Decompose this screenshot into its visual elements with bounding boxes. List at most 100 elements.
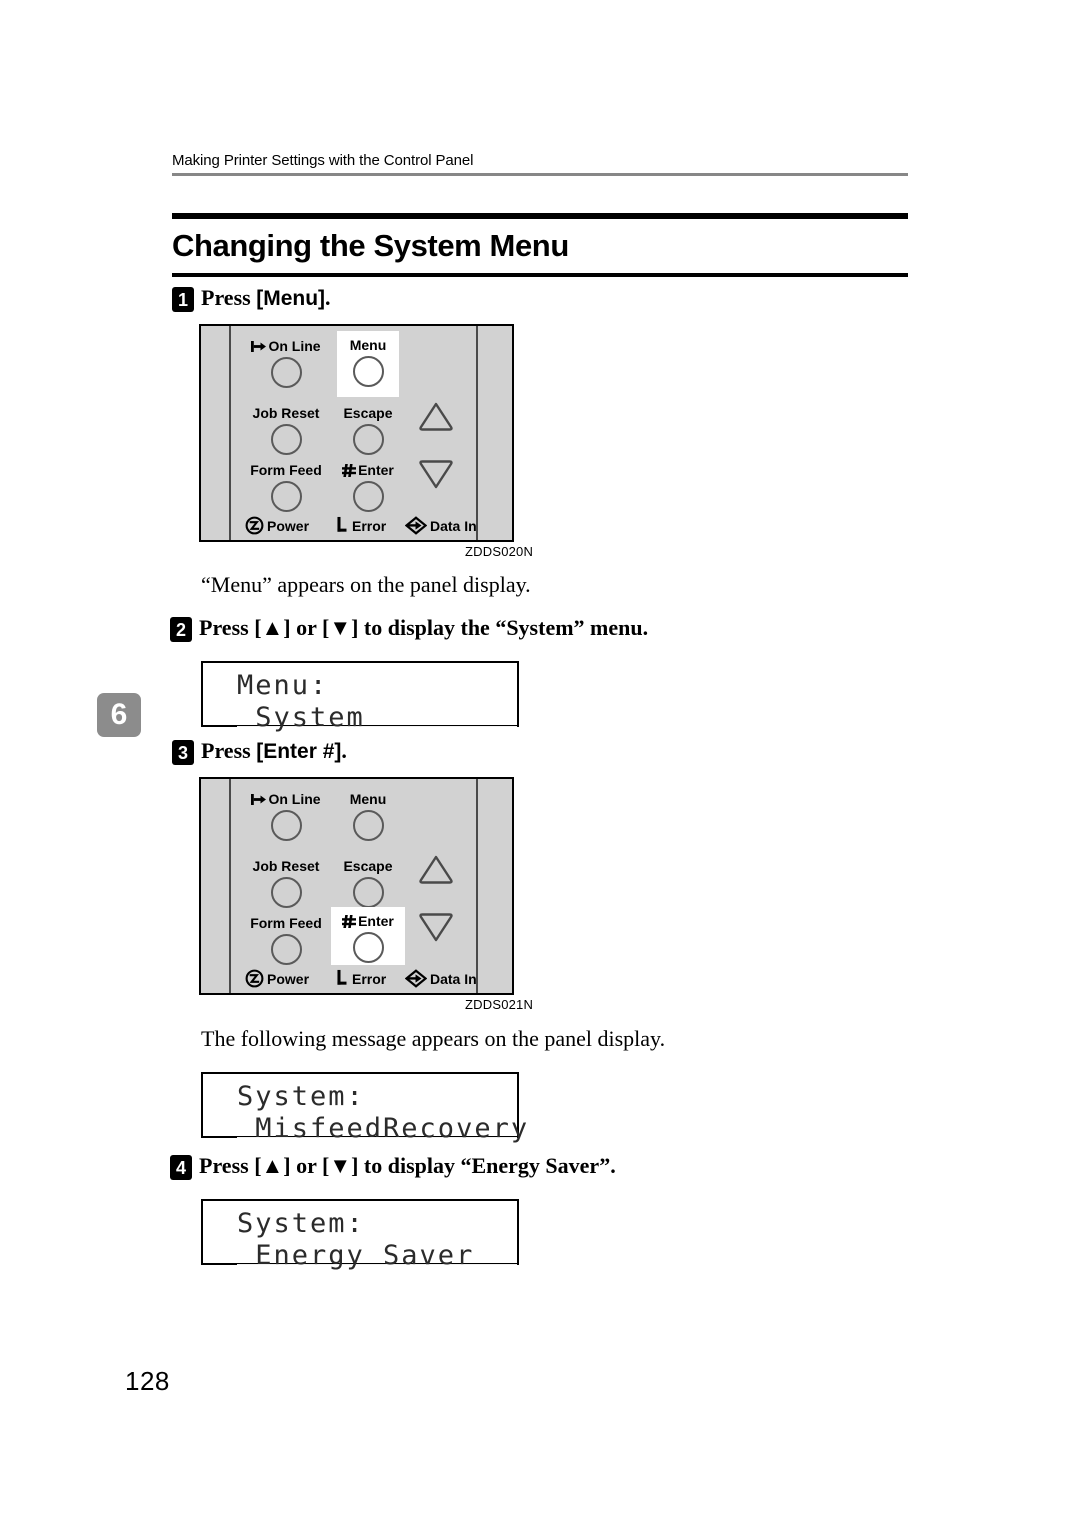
panel-button-job-reset-circle[interactable] (270, 424, 302, 455)
panel-indicator-error: Error (336, 516, 386, 535)
up-arrow-icon (419, 855, 453, 884)
error-icon (337, 516, 347, 532)
control-panel-figure-2: On Line Menu Job Reset Escape Form Feed (199, 777, 533, 1012)
panel-left-seam (229, 779, 231, 993)
panel-indicator-error-label: Error (352, 970, 387, 987)
panel-button-escape-circle[interactable] (352, 877, 384, 908)
page-title: Changing the System Menu (172, 228, 569, 263)
step-text-before: Press (201, 285, 257, 310)
panel-button-online-label: On Line (241, 791, 331, 808)
step-number: 1 (172, 287, 194, 312)
panel-button-form-feed-label: Form Feed (250, 915, 322, 931)
panel-button-job-reset[interactable]: Job Reset (241, 858, 331, 908)
down-arrow-icon (419, 460, 453, 489)
panel-button-job-reset-label: Job Reset (252, 858, 320, 874)
lcd-line-2: MisfeedRecovery (237, 1113, 530, 1145)
page-number: 128 (125, 1366, 170, 1396)
up-arrow-icon (419, 402, 453, 431)
panel-indicator-error-label: Error (352, 517, 387, 534)
section-rule-bottom (172, 273, 908, 277)
panel-button-online-text: On Line (268, 791, 321, 807)
hash-icon (342, 464, 357, 477)
step-number: 2 (170, 617, 192, 642)
panel-button-enter-circle[interactable] (352, 932, 384, 963)
panel-indicator-power-label: Power (267, 517, 310, 534)
panel-button-online-circle[interactable] (270, 357, 302, 388)
power-icon (245, 516, 264, 535)
panel-button-enter-text: Enter (358, 462, 394, 478)
online-arrow-icon (251, 794, 267, 805)
panel-button-escape-label: Escape (343, 405, 393, 421)
lcd-line-2: System (237, 702, 517, 734)
panel-button-form-feed-label: Form Feed (250, 462, 322, 478)
panel-button-job-reset-circle[interactable] (270, 877, 302, 908)
panel-button-job-reset-label: Job Reset (252, 405, 320, 421)
panel-button-job-reset[interactable]: Job Reset (241, 405, 331, 455)
paragraph-after-step-3: The following message appears on the pan… (201, 1026, 666, 1051)
step-text-after: . (341, 738, 347, 763)
panel-button-menu-circle[interactable] (352, 810, 384, 841)
key-name: Menu (263, 287, 319, 310)
panel-button-menu-label: Menu (349, 791, 387, 807)
panel-button-menu-circle[interactable] (352, 356, 384, 387)
lcd-line-2: Energy Saver (237, 1240, 517, 1272)
panel-button-online-circle[interactable] (270, 810, 302, 841)
step-1: 1 Press [Menu]. (172, 285, 331, 312)
lcd-line-1: System: (237, 1081, 517, 1113)
panel-indicator-data-in-label: Data In (430, 970, 477, 987)
panel-button-escape[interactable]: Escape (339, 405, 397, 455)
panel-button-menu[interactable]: Menu (337, 331, 399, 397)
error-icon (337, 969, 347, 985)
panel-button-escape[interactable]: Escape (339, 858, 397, 908)
step-text: Press [▲] or [▼] to display the “System”… (199, 615, 649, 640)
panel-button-form-feed[interactable]: Form Feed (239, 462, 333, 512)
panel-right-seam (476, 326, 478, 540)
step-text: Press [▲] or [▼] to display “Energy Save… (199, 1153, 616, 1178)
panel-button-escape-label: Escape (343, 858, 393, 874)
panel-indicator-data-in-label: Data In (430, 517, 477, 534)
power-icon (245, 969, 264, 988)
panel-button-escape-circle[interactable] (352, 424, 384, 455)
panel-button-menu[interactable]: Menu (339, 791, 397, 841)
panel-left-seam (229, 326, 231, 540)
key-name: Enter # (263, 740, 335, 763)
panel-button-online-text: On Line (268, 338, 321, 354)
panel-up-arrow-button[interactable] (418, 401, 454, 431)
panel-button-enter-label: Enter (331, 913, 405, 930)
header-rule (172, 173, 908, 176)
running-header: Making Printer Settings with the Control… (172, 152, 908, 176)
section-title-block: Changing the System Menu (172, 213, 908, 277)
step-text: Press [Menu]. (201, 285, 331, 312)
control-panel: On Line Menu Job Reset Escape Form Feed (199, 324, 514, 542)
lcd-display-system-misfeedrecovery: System: MisfeedRecovery (201, 1072, 527, 1145)
lcd-line-1: Menu: (237, 670, 517, 702)
panel-button-form-feed-circle[interactable] (270, 481, 302, 512)
panel-button-enter-label: Enter (337, 462, 399, 479)
step-text: Press [Enter #]. (201, 738, 347, 765)
panel-button-online[interactable]: On Line (241, 338, 331, 388)
panel-indicator-power-label: Power (267, 970, 310, 987)
panel-indicator-power: Power (245, 969, 309, 988)
step-3: 3 Press [Enter #]. (172, 738, 347, 765)
panel-button-form-feed-circle[interactable] (270, 934, 302, 965)
control-panel: On Line Menu Job Reset Escape Form Feed (199, 777, 514, 995)
step-text-before: Press (201, 738, 257, 763)
chapter-tab: 6 (97, 693, 141, 737)
panel-button-form-feed[interactable]: Form Feed (239, 915, 333, 965)
paragraph-after-step-1: “Menu” appears on the panel display. (201, 572, 531, 597)
panel-indicator-error: Error (336, 969, 386, 988)
online-arrow-icon (251, 341, 267, 352)
panel-down-arrow-button[interactable] (418, 913, 454, 943)
panel-button-enter[interactable]: Enter (337, 462, 399, 512)
step-number: 4 (170, 1155, 192, 1180)
panel-up-arrow-button[interactable] (418, 854, 454, 884)
panel-button-enter-circle[interactable] (352, 481, 384, 512)
step-number: 3 (172, 740, 194, 765)
panel-button-enter-text: Enter (358, 913, 394, 929)
panel-button-enter[interactable]: Enter (331, 907, 405, 965)
figure-caption: ZDDS020N (465, 544, 534, 559)
panel-down-arrow-button[interactable] (418, 460, 454, 490)
panel-indicator-data-in: Data In (405, 969, 477, 988)
lcd-line-1: System: (237, 1208, 517, 1240)
panel-button-online[interactable]: On Line (241, 791, 331, 841)
